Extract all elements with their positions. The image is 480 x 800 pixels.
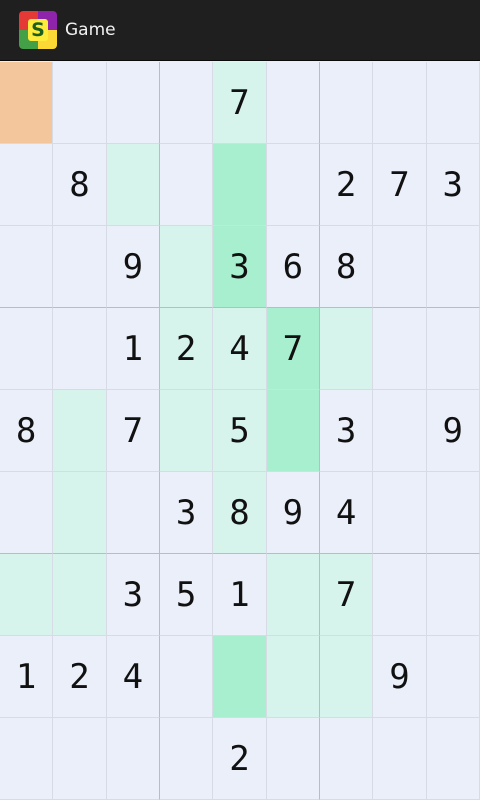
sudoku-cell[interactable]: 2 bbox=[53, 636, 107, 718]
app-logo-icon: S bbox=[19, 11, 57, 49]
sudoku-cell[interactable] bbox=[266, 636, 320, 718]
sudoku-cell[interactable] bbox=[159, 636, 214, 718]
sudoku-cell[interactable]: 5 bbox=[213, 390, 267, 472]
sudoku-cell[interactable]: 4 bbox=[106, 636, 160, 718]
title-bar: S Game bbox=[0, 0, 480, 61]
sudoku-cell[interactable] bbox=[373, 390, 427, 472]
sudoku-cell[interactable]: 9 bbox=[106, 226, 160, 308]
sudoku-cell[interactable] bbox=[266, 62, 320, 144]
sudoku-cell[interactable] bbox=[213, 636, 267, 718]
sudoku-cell[interactable] bbox=[53, 226, 107, 308]
sudoku-cell[interactable] bbox=[373, 226, 427, 308]
sudoku-cell[interactable] bbox=[53, 472, 107, 554]
sudoku-cell[interactable] bbox=[0, 62, 54, 144]
sudoku-cell[interactable]: 8 bbox=[53, 144, 107, 226]
sudoku-cell[interactable] bbox=[159, 226, 214, 308]
screen-title: Game bbox=[65, 20, 116, 40]
sudoku-cell[interactable] bbox=[159, 144, 214, 226]
sudoku-cell[interactable]: 9 bbox=[266, 472, 320, 554]
sudoku-cell[interactable]: 1 bbox=[0, 636, 54, 718]
sudoku-cell[interactable] bbox=[159, 718, 214, 800]
sudoku-cell[interactable] bbox=[106, 144, 160, 226]
sudoku-cell[interactable]: 9 bbox=[426, 390, 480, 472]
sudoku-cell[interactable] bbox=[319, 636, 374, 718]
sudoku-cell[interactable] bbox=[0, 718, 54, 800]
sudoku-board: 7827393681247875393894351712492 bbox=[0, 62, 480, 800]
sudoku-cell[interactable]: 3 bbox=[159, 472, 214, 554]
sudoku-cell[interactable]: 8 bbox=[319, 226, 374, 308]
sudoku-cell[interactable] bbox=[426, 226, 480, 308]
sudoku-cell[interactable] bbox=[213, 144, 267, 226]
sudoku-cell[interactable]: 3 bbox=[106, 554, 160, 636]
sudoku-cell[interactable]: 1 bbox=[213, 554, 267, 636]
sudoku-cell[interactable] bbox=[0, 308, 54, 390]
sudoku-cell[interactable] bbox=[0, 472, 54, 554]
sudoku-cell[interactable] bbox=[426, 472, 480, 554]
sudoku-cell[interactable] bbox=[106, 62, 160, 144]
sudoku-cell[interactable]: 8 bbox=[0, 390, 54, 472]
sudoku-cell[interactable]: 7 bbox=[266, 308, 320, 390]
sudoku-cell[interactable]: 4 bbox=[319, 472, 374, 554]
sudoku-cell[interactable]: 7 bbox=[319, 554, 374, 636]
sudoku-cell[interactable] bbox=[53, 718, 107, 800]
sudoku-cell[interactable]: 2 bbox=[213, 718, 267, 800]
sudoku-cell[interactable] bbox=[266, 390, 320, 472]
sudoku-cell[interactable] bbox=[319, 718, 374, 800]
sudoku-cell[interactable]: 7 bbox=[373, 144, 427, 226]
sudoku-cell[interactable]: 3 bbox=[319, 390, 374, 472]
sudoku-cell[interactable]: 2 bbox=[319, 144, 374, 226]
sudoku-cell[interactable]: 6 bbox=[266, 226, 320, 308]
sudoku-cell[interactable]: 2 bbox=[159, 308, 214, 390]
sudoku-cell[interactable] bbox=[106, 472, 160, 554]
sudoku-cell[interactable]: 8 bbox=[213, 472, 267, 554]
sudoku-cell[interactable] bbox=[319, 308, 374, 390]
sudoku-cell[interactable] bbox=[159, 390, 214, 472]
sudoku-cell[interactable] bbox=[0, 554, 54, 636]
sudoku-cell[interactable]: 3 bbox=[213, 226, 267, 308]
sudoku-cell[interactable]: 7 bbox=[106, 390, 160, 472]
sudoku-cell[interactable]: 9 bbox=[373, 636, 427, 718]
sudoku-cell[interactable] bbox=[53, 308, 107, 390]
sudoku-cell[interactable] bbox=[159, 62, 214, 144]
sudoku-cell[interactable] bbox=[266, 144, 320, 226]
sudoku-cell[interactable] bbox=[426, 718, 480, 800]
sudoku-cell[interactable] bbox=[266, 718, 320, 800]
sudoku-cell[interactable] bbox=[0, 226, 54, 308]
sudoku-cell[interactable] bbox=[319, 62, 374, 144]
sudoku-cell[interactable] bbox=[373, 62, 427, 144]
sudoku-cell[interactable]: 7 bbox=[213, 62, 267, 144]
sudoku-cell[interactable] bbox=[106, 718, 160, 800]
sudoku-cell[interactable] bbox=[266, 554, 320, 636]
sudoku-cell[interactable]: 3 bbox=[426, 144, 480, 226]
sudoku-cell[interactable]: 4 bbox=[213, 308, 267, 390]
sudoku-cell[interactable] bbox=[0, 144, 54, 226]
app-logo-letter: S bbox=[28, 19, 48, 41]
sudoku-cell[interactable] bbox=[373, 472, 427, 554]
sudoku-cell[interactable] bbox=[53, 62, 107, 144]
sudoku-cell[interactable] bbox=[426, 636, 480, 718]
sudoku-cell[interactable] bbox=[53, 554, 107, 636]
sudoku-cell[interactable] bbox=[373, 554, 427, 636]
sudoku-cell[interactable]: 5 bbox=[159, 554, 214, 636]
sudoku-cell[interactable]: 1 bbox=[106, 308, 160, 390]
sudoku-cell[interactable] bbox=[373, 718, 427, 800]
sudoku-cell[interactable] bbox=[373, 308, 427, 390]
sudoku-cell[interactable] bbox=[426, 308, 480, 390]
sudoku-cell[interactable] bbox=[53, 390, 107, 472]
sudoku-cell[interactable] bbox=[426, 554, 480, 636]
sudoku-cell[interactable] bbox=[426, 62, 480, 144]
